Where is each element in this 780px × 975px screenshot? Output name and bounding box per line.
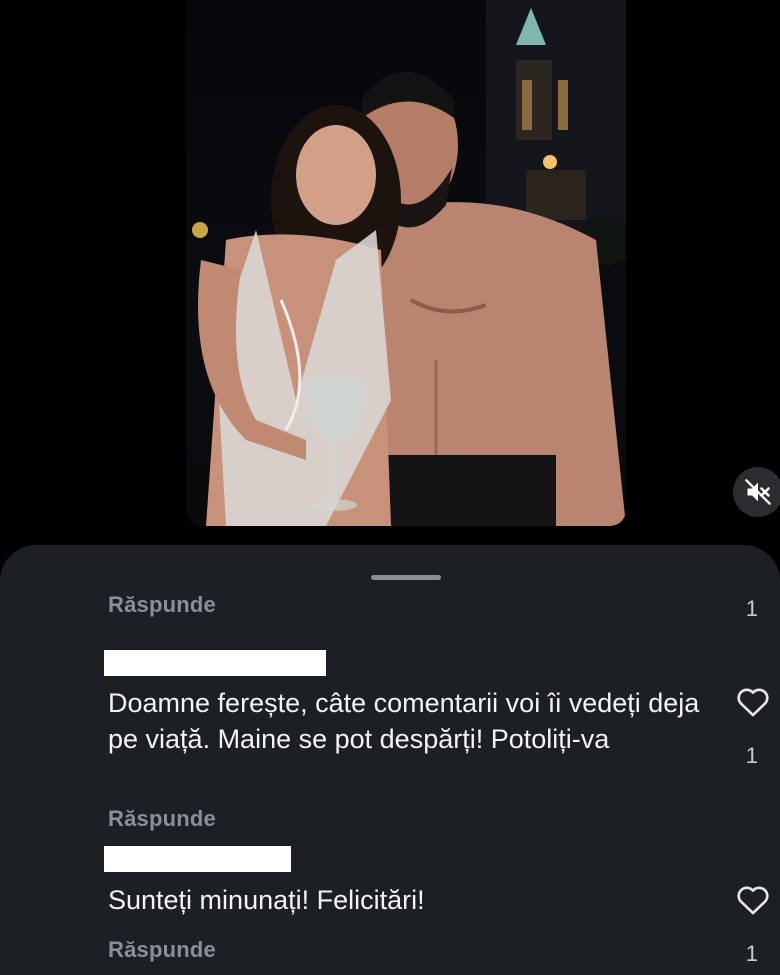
like-count: 1 [745, 941, 758, 966]
reply-button[interactable]: Răspunde [108, 592, 216, 618]
mute-button[interactable] [733, 467, 780, 517]
redacted-username [104, 650, 326, 676]
heart-outline-icon[interactable] [735, 884, 771, 916]
reply-button[interactable]: Răspunde [108, 937, 216, 963]
redacted-username [104, 846, 291, 872]
sheet-drag-handle[interactable] [371, 575, 441, 580]
like-count: 1 [745, 743, 758, 768]
reply-button[interactable]: Răspunde [108, 806, 216, 832]
like-count: 1 [745, 596, 758, 621]
video-area[interactable] [0, 0, 780, 545]
heart-outline-icon[interactable] [735, 686, 771, 718]
screen: Răspunde 1 Doamne ferește, câte comentar… [0, 0, 780, 975]
speaker-muted-icon [745, 479, 771, 505]
comments-sheet: Răspunde 1 Doamne ferește, câte comentar… [0, 545, 780, 975]
post-photo[interactable] [186, 0, 626, 526]
photo-illustration [192, 0, 626, 526]
comment-text: Doamne ferește, câte comentarii voi îi v… [108, 688, 700, 754]
comment-text: Sunteți minunați! Felicitări! [108, 885, 425, 915]
